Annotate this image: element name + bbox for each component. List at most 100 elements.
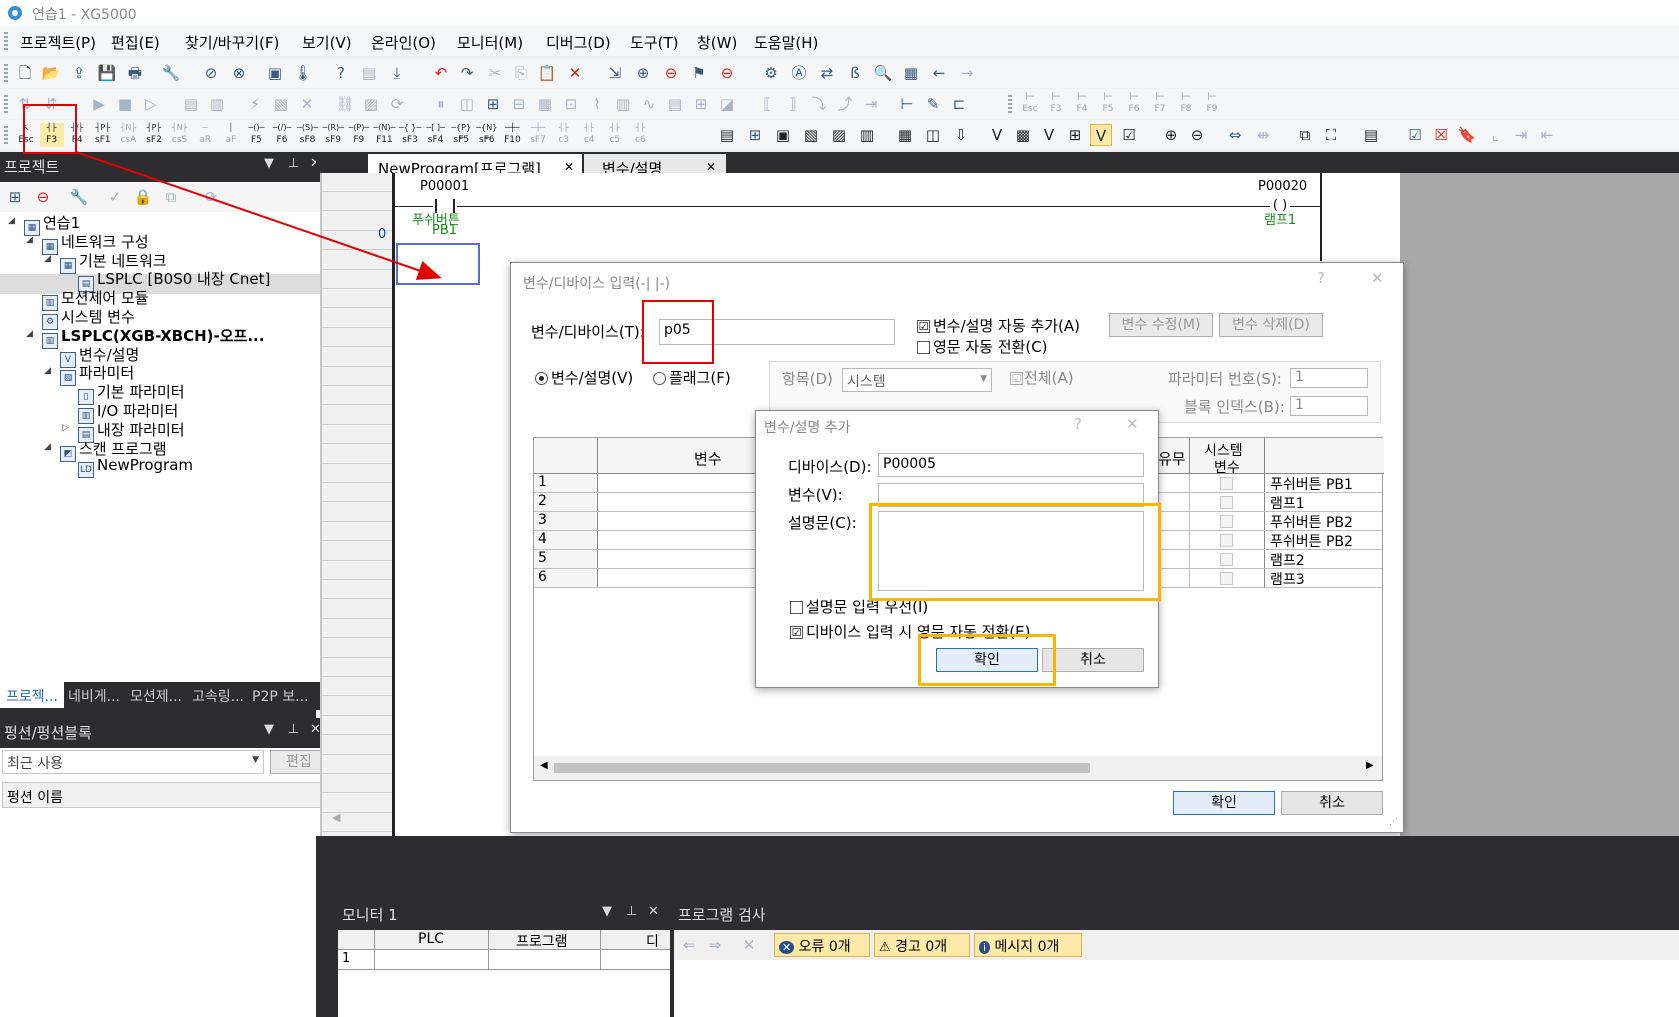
table-icon[interactable]: ▤ [664,93,686,115]
export-icon[interactable]: ⇩ [950,124,972,146]
ladder-key-sf4[interactable]: ─[ ]─ sF4 [424,123,448,147]
save-icon[interactable]: 💾 [96,62,118,84]
help-icon[interactable]: ? [1317,269,1325,287]
print-icon[interactable]: 🖶 [124,62,146,84]
help-icon[interactable]: ? [1074,415,1082,433]
all-view-icon[interactable]: ▥ [856,124,878,146]
check-box-icon[interactable]: ☑ [1118,124,1140,146]
fkey-button[interactable]: ⊢ F4 [1070,91,1094,116]
open-folder-icon[interactable]: 📂 [40,62,62,84]
windows-icon[interactable]: ⧉ [1294,124,1316,146]
ladder-key-c6[interactable]: ┤├ c6 [628,123,652,147]
prop-icon[interactable]: ▦ [894,124,916,146]
monitor-start-icon[interactable]: ⊞ [482,93,504,115]
pause-icon[interactable]: ⏸ [430,93,452,115]
ladder-key-af[interactable]: ┃ aF [219,123,243,147]
link-icon[interactable]: ⚡ [244,93,266,115]
find-icon[interactable]: Ⓐ [788,62,810,84]
forward-arrow-icon[interactable]: → [956,62,978,84]
bookmark-flag-icon[interactable]: 🔖 [1456,124,1478,146]
wave-icon[interactable]: ∿ [638,93,660,115]
panel-dropdown-icon[interactable]: ▼ [602,904,612,919]
grid-icon[interactable]: ▦ [900,62,922,84]
find-replace-icon[interactable]: ß [844,62,866,84]
var-filter-icon[interactable]: V [1038,124,1060,146]
back-arrow-icon[interactable]: ← [928,62,950,84]
ladder-key-c4[interactable]: ┤├ c4 [577,123,601,147]
tree-expander-icon[interactable]: ▷ [62,423,69,433]
undo-icon[interactable]: ↶ [430,62,452,84]
system-var-checkbox[interactable] [1220,515,1233,528]
connect-icon[interactable]: ⊘ [200,62,222,84]
menu-window[interactable]: 창(W) [697,32,737,53]
menu-edit[interactable]: 편집(E) [111,32,160,53]
item-combo[interactable]: 시스템 ▼ [842,368,992,392]
var-dialog-cancel-button[interactable]: 취소 [1281,791,1383,815]
replace-icon[interactable]: ⇄ [816,62,838,84]
ladder-key-css[interactable]: ┤N├ csS [168,123,192,147]
project-bottom-tab[interactable]: P2P 보... [246,682,314,708]
project-bottom-tab[interactable]: 모션제... [124,682,188,708]
all-checkbox[interactable]: ☑ [1010,372,1023,385]
panel-dropdown-icon[interactable]: ▼ [264,156,274,171]
radio-variable[interactable] [535,372,548,385]
play-outline-icon[interactable]: ▷ [140,93,162,115]
new-file-icon[interactable]: 🗋 [14,62,36,84]
comment-view-icon[interactable]: ▧ [800,124,822,146]
auto-eng-checkbox[interactable]: ☑ [790,626,803,639]
tree-expander-icon[interactable]: ◢ [26,235,33,245]
wrench-icon[interactable]: 🔧 [160,62,182,84]
bracket-icon[interactable]: ⌞ [1484,124,1506,146]
ladder-key-sf8[interactable]: ─(S)─ sF8 [296,123,320,147]
add-line-icon[interactable]: ⊢ [896,93,918,115]
tab-close-icon[interactable]: ✕ [706,160,716,174]
trend-icon[interactable]: ⌇ [586,93,608,115]
fkey-button[interactable]: ⊢ F3 [1044,91,1068,116]
settings-gear-icon[interactable]: ⚙ [760,62,782,84]
eng-convert-checkbox[interactable] [917,341,930,354]
tab-close-icon[interactable]: ✕ [564,160,574,174]
plot-icon[interactable]: ◪ [716,93,738,115]
system-var-checkbox[interactable] [1220,534,1233,547]
resize-grip-icon[interactable]: ⋰ [1389,817,1398,827]
zoom-out-icon[interactable]: ⊖ [1186,124,1208,146]
errors-filter[interactable]: ✕ 오류 0개 [774,933,870,957]
fkey-button[interactable]: ⊢ F6 [1122,91,1146,116]
ladder-key-ar[interactable]: ─ aR [193,123,217,147]
fit-icon[interactable]: ⛶ [1320,124,1342,146]
label-icon[interactable]: ⊏ [948,93,970,115]
menu-online[interactable]: 온라인(O) [371,32,436,53]
auto-add-checkbox[interactable]: ☑ [917,320,930,333]
disconnect-icon[interactable]: ⊗ [228,62,250,84]
run-icon[interactable]: ▶ [88,93,110,115]
ladder-key-c3[interactable]: ┤├ c3 [552,123,576,147]
tree-expander-icon[interactable]: ◢ [44,442,51,452]
flag-icon[interactable]: ⚑ [688,62,710,84]
dbg-out-icon[interactable]: ⤴ [834,93,856,115]
ladder-key-f6[interactable]: ─(/)─ F6 [270,123,294,147]
close-icon[interactable]: ✕ [1371,269,1384,287]
block-index-input[interactable]: 1 [1290,396,1368,416]
panel-dropdown-icon[interactable]: ▼ [264,722,274,737]
download-icon[interactable]: ⤓ [386,62,408,84]
project-bottom-tab[interactable]: 고속링... [186,682,250,708]
scroll-right-icon[interactable]: ▶ [1366,760,1374,771]
system-var-checkbox[interactable] [1220,496,1233,509]
count-view-icon[interactable]: ▨ [828,124,850,146]
fkey-button[interactable]: ⊢ F9 [1200,91,1224,116]
ladder-key-csa[interactable]: ┤N├ csA [116,123,140,147]
menu-project[interactable]: 프로젝트(P) [20,32,96,53]
prefer-comment-checkbox[interactable] [790,601,803,614]
param-no-input[interactable]: 1 [1290,368,1368,388]
dbg-into-icon[interactable]: ⤵ [808,93,830,115]
jump-in-icon[interactable]: ⇥ [1510,124,1532,146]
system-var-checkbox[interactable] [1220,477,1233,490]
comment-icon[interactable]: ✎ [922,93,944,115]
ladder-key-f5[interactable]: ─()─ F5 [244,123,268,147]
rung-view-icon[interactable]: ▤ [716,124,738,146]
fkey-button[interactable]: ⊢ Esc [1018,91,1042,116]
insert-icon[interactable]: ⊕ [632,62,654,84]
ladder-key-sf5[interactable]: ─{P}─ sF5 [449,123,473,147]
remove-icon[interactable]: ⊖ [716,62,738,84]
tree-expander-icon[interactable]: ◢ [8,216,15,226]
